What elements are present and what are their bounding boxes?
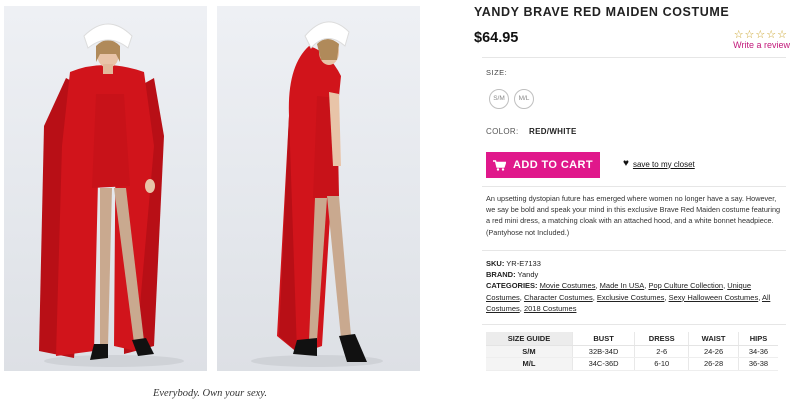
hips-cell: 36-38	[737, 357, 778, 371]
sku-label: SKU:	[486, 259, 505, 268]
category-link[interactable]: Made In USA	[600, 281, 645, 290]
dress-cell: 2-6	[634, 345, 689, 358]
size-option-s-m[interactable]: S/M	[489, 89, 509, 109]
brand-label: BRAND:	[486, 270, 516, 279]
hips-cell: 34-36	[737, 345, 778, 358]
category-link[interactable]: Exclusive Costumes	[597, 293, 665, 302]
brand-value: Yandy	[517, 270, 539, 279]
heart-icon: ♥	[623, 158, 629, 169]
waist-header: WAIST	[688, 332, 739, 346]
size-guide-header: SIZE GUIDE	[486, 332, 573, 346]
table-row: M/L 34C-36D 6-10 26-28 36-38	[486, 357, 778, 371]
color-value: RED/WHITE	[529, 127, 577, 136]
categories-label: CATEGORIES:	[486, 281, 538, 290]
product-description: An upsetting dystopian future has emerge…	[486, 194, 781, 237]
divider	[482, 324, 786, 325]
product-photo-front[interactable]	[4, 6, 207, 371]
category-link[interactable]: Character Costumes	[524, 293, 593, 302]
size-cell: M/L	[486, 357, 573, 371]
divider	[482, 186, 786, 187]
bust-cell: 32B-34D	[571, 345, 635, 358]
size-cell: S/M	[486, 345, 573, 358]
sku-row: SKU: YR-E7133	[486, 258, 786, 270]
bust-cell: 34C-36D	[571, 357, 635, 371]
save-to-closet-label: save to my closet	[632, 159, 695, 169]
add-to-cart-button[interactable]: ADD TO CART	[486, 152, 600, 178]
categories-row: CATEGORIES: Movie Costumes, Made In USA,…	[486, 281, 771, 313]
divider	[482, 57, 786, 58]
bust-header: BUST	[571, 332, 635, 346]
product-price: $64.95	[474, 30, 519, 46]
product-info-panel: YANDY BRAVE RED MAIDEN COSTUME $64.95 ☆☆…	[472, 0, 792, 400]
category-link[interactable]: 2018 Costumes	[524, 304, 577, 313]
dress-header: DRESS	[634, 332, 689, 346]
table-row: S/M 32B-34D 2-6 24-26 34-36	[486, 345, 778, 358]
add-to-cart-label: ADD TO CART	[513, 159, 593, 171]
waist-cell: 24-26	[688, 345, 739, 358]
sku-value: YR-E7133	[506, 259, 541, 268]
color-label: COLOR:	[486, 127, 519, 136]
color-row: COLOR: RED/WHITE	[486, 127, 577, 136]
write-review-link[interactable]: Write a review	[733, 40, 790, 50]
product-photo-side[interactable]	[217, 6, 420, 371]
waist-cell: 26-28	[688, 357, 739, 371]
size-label: SIZE:	[486, 68, 508, 77]
dress-cell: 6-10	[634, 357, 689, 371]
category-link[interactable]: Movie Costumes	[540, 281, 596, 290]
size-guide-table: SIZE GUIDE BUST DRESS WAIST HIPS S/M 32B…	[486, 332, 778, 371]
tagline: Everybody. Own your sexy.	[152, 388, 267, 399]
category-link[interactable]: Pop Culture Collection	[648, 281, 723, 290]
brand-row: BRAND: Yandy	[486, 269, 786, 281]
category-link[interactable]: Sexy Halloween Costumes	[669, 293, 759, 302]
divider	[482, 250, 786, 251]
size-option-m-l[interactable]: M/L	[514, 89, 534, 109]
size-guide-header-row: SIZE GUIDE BUST DRESS WAIST HIPS	[486, 332, 778, 346]
save-to-closet-link[interactable]: ♥ save to my closet	[623, 159, 695, 169]
hips-header: HIPS	[737, 332, 778, 346]
cart-icon	[493, 159, 506, 171]
product-title: YANDY BRAVE RED MAIDEN COSTUME	[474, 5, 730, 19]
